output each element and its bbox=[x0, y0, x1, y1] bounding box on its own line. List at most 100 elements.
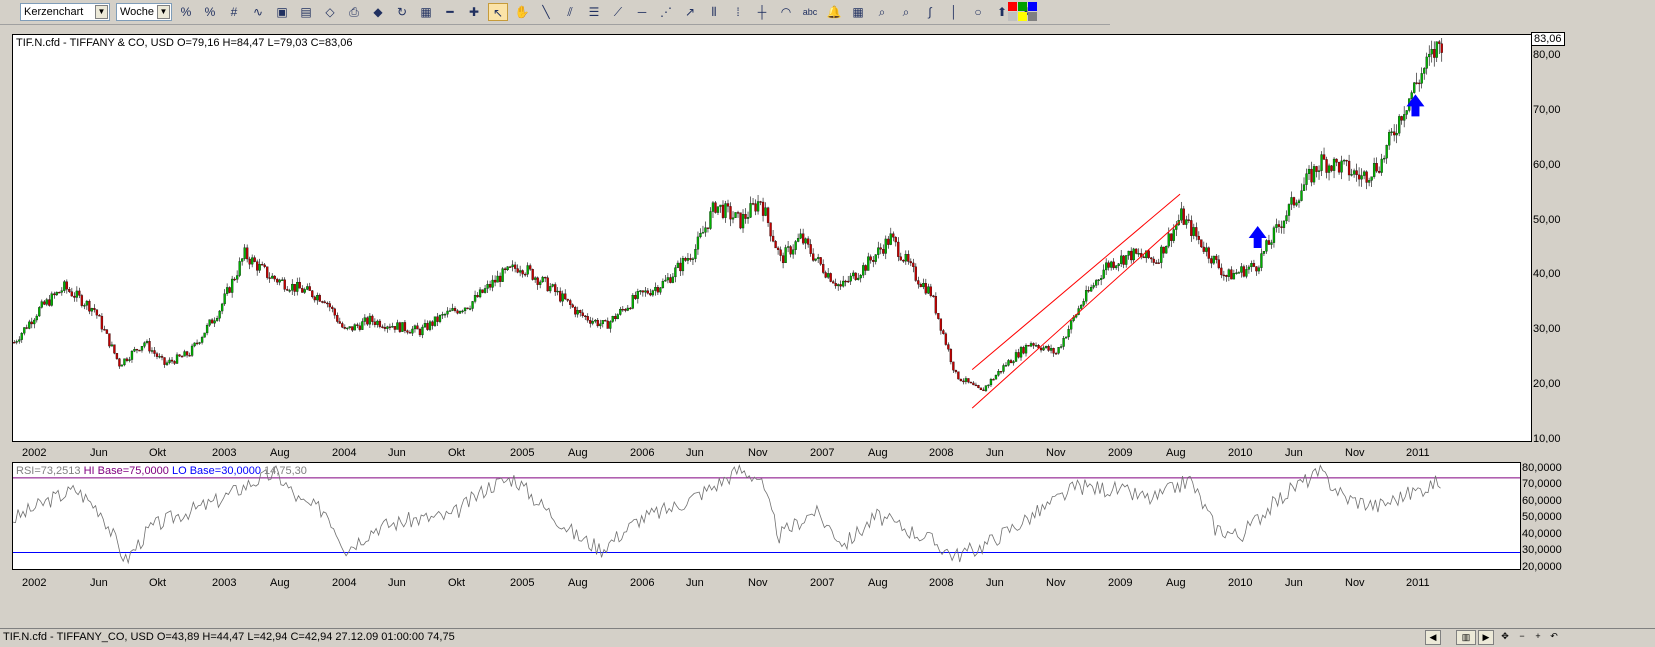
candle bbox=[108, 333, 111, 347]
candle bbox=[576, 310, 579, 315]
candle bbox=[428, 321, 432, 330]
color-swatch[interactable] bbox=[1008, 2, 1017, 11]
zoom-area-icon[interactable]: ⌕ bbox=[896, 3, 916, 21]
eraser-icon[interactable]: ◇ bbox=[320, 3, 340, 21]
candle bbox=[1200, 239, 1203, 248]
candle bbox=[70, 291, 74, 297]
parallel-lines-icon[interactable]: ⫽ bbox=[560, 3, 580, 21]
color-swatch[interactable] bbox=[1018, 2, 1027, 11]
candle bbox=[248, 258, 251, 265]
chart-type-select[interactable]: Kerzenchart ▼ bbox=[20, 3, 110, 21]
fan-icon[interactable]: ⟋ bbox=[608, 3, 628, 21]
line-chart-icon[interactable]: ∿ bbox=[248, 3, 268, 21]
candle bbox=[1335, 158, 1338, 163]
candle bbox=[1345, 159, 1348, 162]
color-swatch[interactable] bbox=[1018, 12, 1027, 21]
candle bbox=[476, 295, 479, 298]
candle bbox=[659, 287, 662, 293]
scroll-right-button[interactable]: ▶ bbox=[1478, 630, 1494, 645]
candle bbox=[301, 288, 304, 293]
date-tick-label: Aug bbox=[270, 447, 290, 459]
horizontal-line-icon[interactable]: ─ bbox=[632, 3, 652, 21]
candle bbox=[130, 351, 134, 360]
arc-icon[interactable]: ◠ bbox=[776, 3, 796, 21]
zoom-in-icon[interactable]: ✚ bbox=[464, 3, 484, 21]
candle bbox=[1435, 41, 1438, 58]
reset-icon[interactable]: ↶ bbox=[1546, 630, 1562, 645]
candle bbox=[716, 206, 720, 213]
calculator-icon[interactable]: ▦ bbox=[848, 3, 868, 21]
candle bbox=[1287, 204, 1291, 216]
text-icon[interactable]: abc bbox=[800, 3, 820, 21]
freehand-icon[interactable]: ∫ bbox=[920, 3, 940, 21]
period-value: Woche bbox=[120, 6, 155, 18]
candle bbox=[145, 341, 149, 343]
candle bbox=[1310, 168, 1313, 183]
candle bbox=[897, 241, 900, 257]
pointer-icon[interactable]: ↖ bbox=[488, 3, 508, 21]
cycle-lines-icon[interactable]: ⦀ bbox=[704, 3, 724, 21]
candle bbox=[1012, 361, 1015, 364]
rsi-chart[interactable] bbox=[13, 463, 1520, 569]
trendline-icon[interactable]: ╲ bbox=[536, 3, 556, 21]
window-icon[interactable]: ▤ bbox=[296, 3, 316, 21]
candle bbox=[824, 272, 827, 278]
zoom-out-icon[interactable]: ━ bbox=[440, 3, 460, 21]
date-tick-label: Nov bbox=[1046, 577, 1066, 589]
color-swatch[interactable] bbox=[1028, 2, 1037, 11]
print-icon[interactable]: ⎙ bbox=[344, 3, 364, 21]
color-palette-icon[interactable] bbox=[1008, 2, 1048, 22]
candle bbox=[804, 238, 807, 244]
candle bbox=[544, 276, 547, 279]
properties-icon[interactable]: ▦ bbox=[416, 3, 436, 21]
candle bbox=[88, 300, 91, 312]
candle bbox=[1084, 290, 1088, 302]
candle bbox=[486, 284, 489, 289]
candle bbox=[261, 264, 264, 266]
gann-fan-icon[interactable]: ⋰ bbox=[656, 3, 676, 21]
move-icon[interactable]: ✥ bbox=[1497, 630, 1513, 645]
scroll-left-button[interactable]: ◀ bbox=[1425, 630, 1441, 645]
grid-icon[interactable]: # bbox=[224, 3, 244, 21]
minus-icon[interactable]: − bbox=[1514, 630, 1530, 645]
color-swatch[interactable] bbox=[1008, 12, 1017, 21]
candle bbox=[341, 323, 344, 328]
color-swatch[interactable] bbox=[1028, 12, 1037, 21]
indicator-icon[interactable]: % bbox=[176, 3, 196, 21]
scrollbar-thumb[interactable]: ▥ bbox=[1456, 630, 1476, 645]
price-chart[interactable] bbox=[13, 35, 1531, 441]
plus-icon[interactable]: + bbox=[1530, 630, 1546, 645]
candle bbox=[776, 247, 780, 250]
circle-icon[interactable]: ○ bbox=[968, 3, 988, 21]
color-icon[interactable]: ◆ bbox=[368, 3, 388, 21]
chevron-down-icon[interactable]: ▼ bbox=[95, 5, 108, 19]
candle bbox=[1059, 346, 1063, 348]
candle bbox=[516, 268, 519, 273]
rsi-y-tick-label: 70,0000 bbox=[1522, 478, 1562, 491]
rsi-legend: RSI=73,2513 HI Base=75,0000 LO Base=30,0… bbox=[16, 465, 307, 477]
candle bbox=[832, 281, 835, 284]
price-chart-panel[interactable]: TIF.N.cfd - TIFFANY & CO, USD O=79,16 H=… bbox=[12, 34, 1532, 442]
fibonacci-icon[interactable]: ☰ bbox=[584, 3, 604, 21]
chevron-down-icon[interactable]: ▼ bbox=[157, 5, 170, 19]
refresh-icon[interactable]: ↻ bbox=[392, 3, 412, 21]
rsi-panel[interactable]: RSI=73,2513 HI Base=75,0000 LO Base=30,0… bbox=[12, 462, 1521, 570]
speed-lines-icon[interactable]: ↗ bbox=[680, 3, 700, 21]
candle bbox=[75, 290, 79, 298]
candle bbox=[1405, 110, 1408, 115]
period-select[interactable]: Woche ▼ bbox=[116, 3, 172, 21]
crosshair-icon[interactable]: ┼ bbox=[752, 3, 772, 21]
save-image-icon[interactable]: ▣ bbox=[272, 3, 292, 21]
vertical-lines-icon[interactable]: ⁞ bbox=[728, 3, 748, 21]
candle bbox=[686, 258, 690, 261]
indicator2-icon[interactable]: % bbox=[200, 3, 220, 21]
candle bbox=[251, 257, 254, 265]
zoom-icon[interactable]: ⌕ bbox=[872, 3, 892, 21]
candle bbox=[235, 275, 239, 280]
hand-icon[interactable]: ✋ bbox=[512, 3, 532, 21]
alarm-bell-icon[interactable]: 🔔 bbox=[824, 3, 844, 21]
candle bbox=[103, 329, 106, 331]
y-tick-label: 20,00 bbox=[1533, 378, 1561, 391]
candle bbox=[190, 345, 194, 356]
candle bbox=[1052, 348, 1055, 354]
